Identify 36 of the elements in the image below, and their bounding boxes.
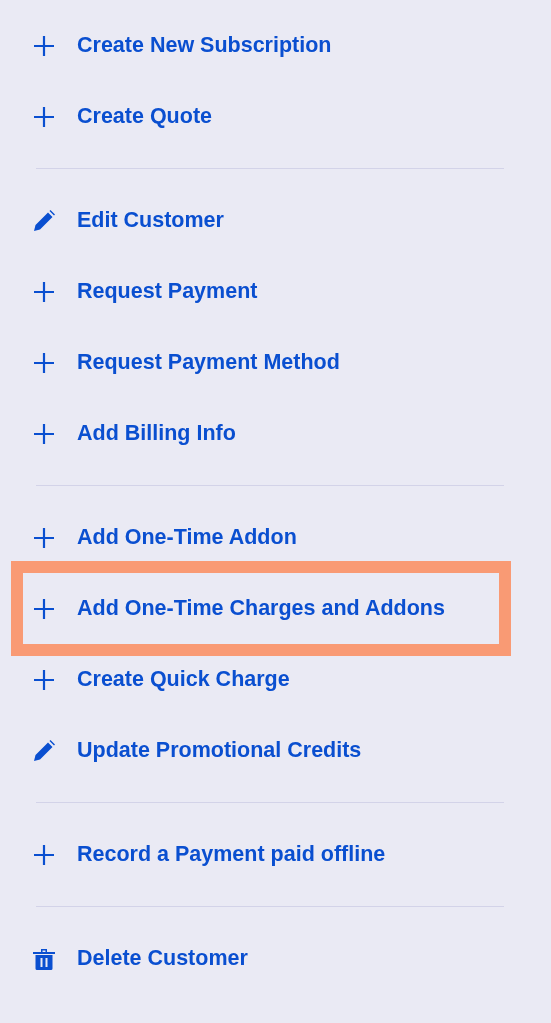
menu-item[interactable]: Delete Customer	[23, 923, 499, 994]
menu-item-label: Create Quote	[77, 104, 212, 129]
menu-item[interactable]: Request Payment	[23, 256, 499, 327]
plus-icon	[33, 105, 55, 128]
pencil-icon	[33, 739, 55, 762]
menu-item-label: Add One-Time Addon	[77, 525, 297, 550]
plus-icon	[33, 34, 55, 57]
plus-icon	[33, 843, 55, 866]
plus-icon	[33, 280, 55, 303]
menu-item[interactable]: Update Promotional Credits	[23, 715, 499, 786]
plus-icon	[33, 597, 55, 620]
menu-item-label: Create New Subscription	[77, 33, 332, 58]
menu-item[interactable]: Add Billing Info	[23, 398, 499, 469]
menu-item-label: Update Promotional Credits	[77, 738, 362, 763]
plus-icon	[33, 526, 55, 549]
menu-item[interactable]: Record a Payment paid offline	[23, 819, 499, 890]
menu-item[interactable]: Create Quick Charge	[23, 644, 499, 715]
highlighted-menu-item[interactable]: Add One-Time Charges and Addons	[23, 573, 499, 644]
menu-item-label: Delete Customer	[77, 946, 248, 971]
menu-item[interactable]: Edit Customer	[23, 185, 499, 256]
menu-item-label: Edit Customer	[77, 208, 224, 233]
menu-item-label: Request Payment	[77, 279, 258, 304]
menu-item[interactable]: Request Payment Method	[23, 327, 499, 398]
menu-item[interactable]: Add One-Time Addon	[23, 502, 499, 573]
trash-icon	[33, 947, 55, 970]
menu-item[interactable]: Create Quote	[23, 81, 499, 152]
plus-icon	[33, 351, 55, 374]
plus-icon	[33, 422, 55, 445]
menu-item-label: Add One-Time Charges and Addons	[77, 596, 445, 621]
menu-item-label: Create Quick Charge	[77, 667, 290, 692]
menu-item[interactable]: Create New Subscription	[23, 10, 499, 81]
plus-icon	[33, 668, 55, 691]
menu-item-label: Add Billing Info	[77, 421, 236, 446]
menu-item-label: Request Payment Method	[77, 350, 340, 375]
pencil-icon	[33, 209, 55, 232]
menu-item-label: Record a Payment paid offline	[77, 842, 386, 867]
